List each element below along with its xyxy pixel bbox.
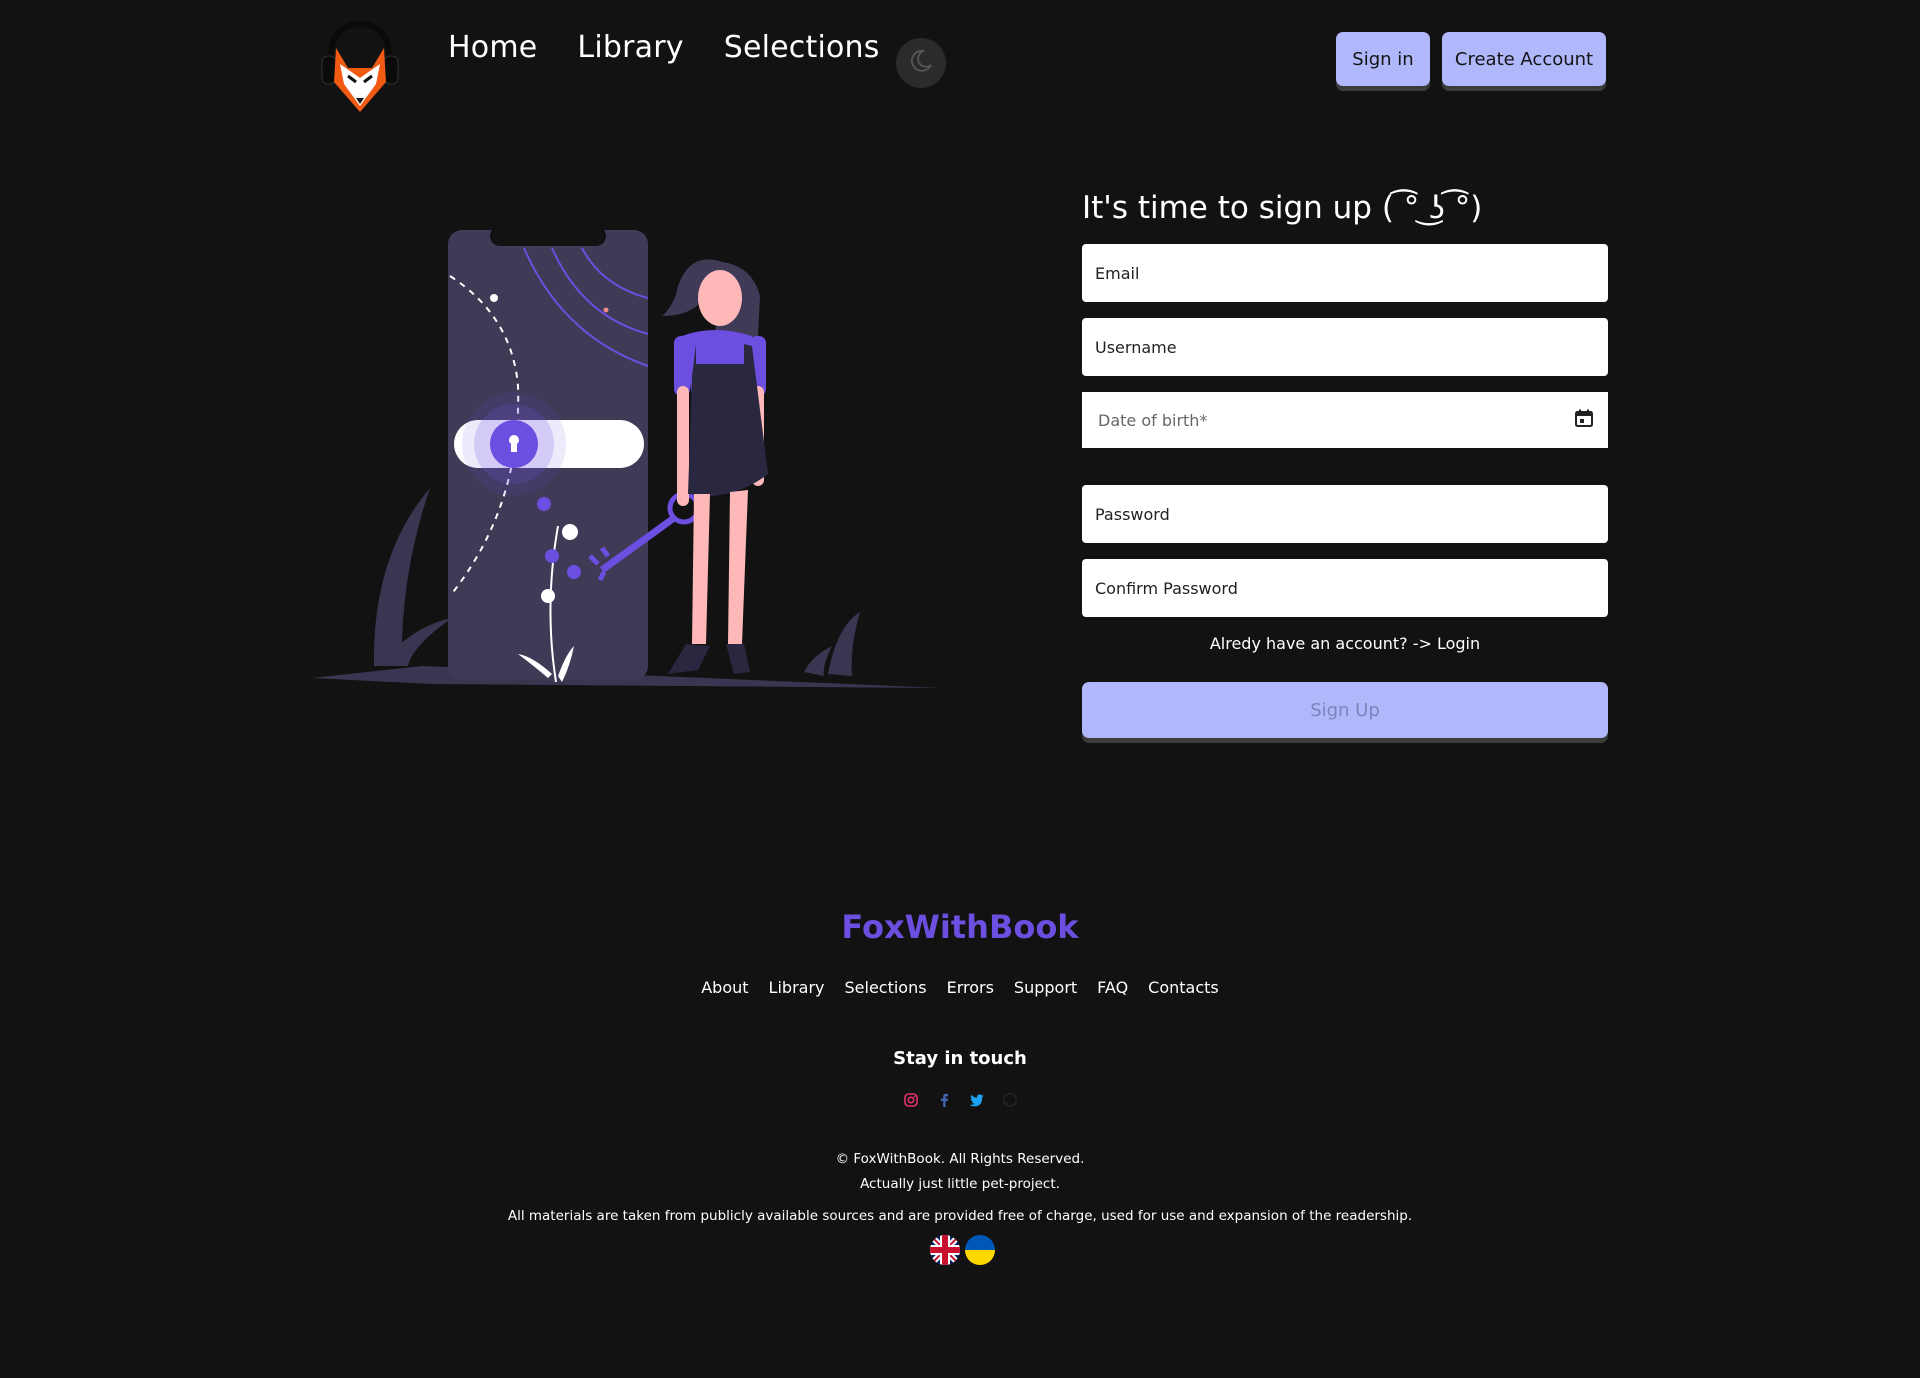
- instagram-icon[interactable]: [903, 1092, 919, 1108]
- form-title: It's time to sign up ( ͡° ͜ʖ ͡°): [1082, 190, 1483, 226]
- facebook-icon[interactable]: [936, 1092, 952, 1108]
- sign-in-button[interactable]: Sign in: [1336, 32, 1430, 86]
- ukrainian-flag-icon[interactable]: [965, 1235, 995, 1265]
- confirm-password-input[interactable]: [1082, 559, 1608, 617]
- footer-link-faq[interactable]: FAQ: [1097, 978, 1128, 997]
- email-input[interactable]: [1082, 244, 1608, 302]
- nav-home[interactable]: Home: [448, 30, 537, 65]
- copyright-text: © FoxWithBook. All Rights Reserved.: [835, 1151, 1085, 1167]
- footer-link-selections[interactable]: Selections: [845, 978, 927, 997]
- fox-logo-icon[interactable]: [318, 18, 402, 114]
- header: Home Library Selections Sign in Create A…: [0, 0, 1920, 130]
- create-account-button[interactable]: Create Account: [1442, 32, 1606, 86]
- footer-brand: FoxWithBook: [841, 908, 1079, 946]
- twitter-icon[interactable]: [969, 1092, 985, 1108]
- sign-up-button[interactable]: Sign Up: [1082, 682, 1608, 738]
- signup-illustration: [312, 226, 948, 690]
- date-of-birth-placeholder: Date of birth*: [1098, 410, 1208, 430]
- materials-disclaimer: All materials are taken from publicly av…: [507, 1208, 1413, 1224]
- stay-in-touch-heading: Stay in touch: [893, 1048, 1027, 1069]
- theme-toggle-button[interactable]: [896, 38, 946, 88]
- github-icon[interactable]: [1002, 1092, 1018, 1108]
- footer-link-errors[interactable]: Errors: [947, 978, 994, 997]
- moon-icon: [908, 48, 934, 78]
- footer-links: About Library Selections Errors Support …: [0, 978, 1920, 997]
- footer-link-about[interactable]: About: [701, 978, 748, 997]
- main-nav: Home Library Selections: [448, 30, 880, 65]
- login-link[interactable]: Alredy have an account? -> Login: [1082, 634, 1608, 653]
- password-input[interactable]: [1082, 485, 1608, 543]
- username-input[interactable]: [1082, 318, 1608, 376]
- footer-link-library[interactable]: Library: [769, 978, 825, 997]
- nav-library[interactable]: Library: [577, 30, 683, 65]
- calendar-icon[interactable]: [1574, 408, 1594, 432]
- footer-link-support[interactable]: Support: [1014, 978, 1077, 997]
- social-links: [0, 1092, 1920, 1108]
- footer-link-contacts[interactable]: Contacts: [1148, 978, 1219, 997]
- english-flag-icon[interactable]: [930, 1235, 960, 1265]
- language-switcher: [930, 1235, 995, 1265]
- date-of-birth-input[interactable]: Date of birth*: [1082, 392, 1608, 448]
- pet-project-text: Actually just little pet-project.: [860, 1176, 1060, 1192]
- nav-selections[interactable]: Selections: [724, 30, 880, 65]
